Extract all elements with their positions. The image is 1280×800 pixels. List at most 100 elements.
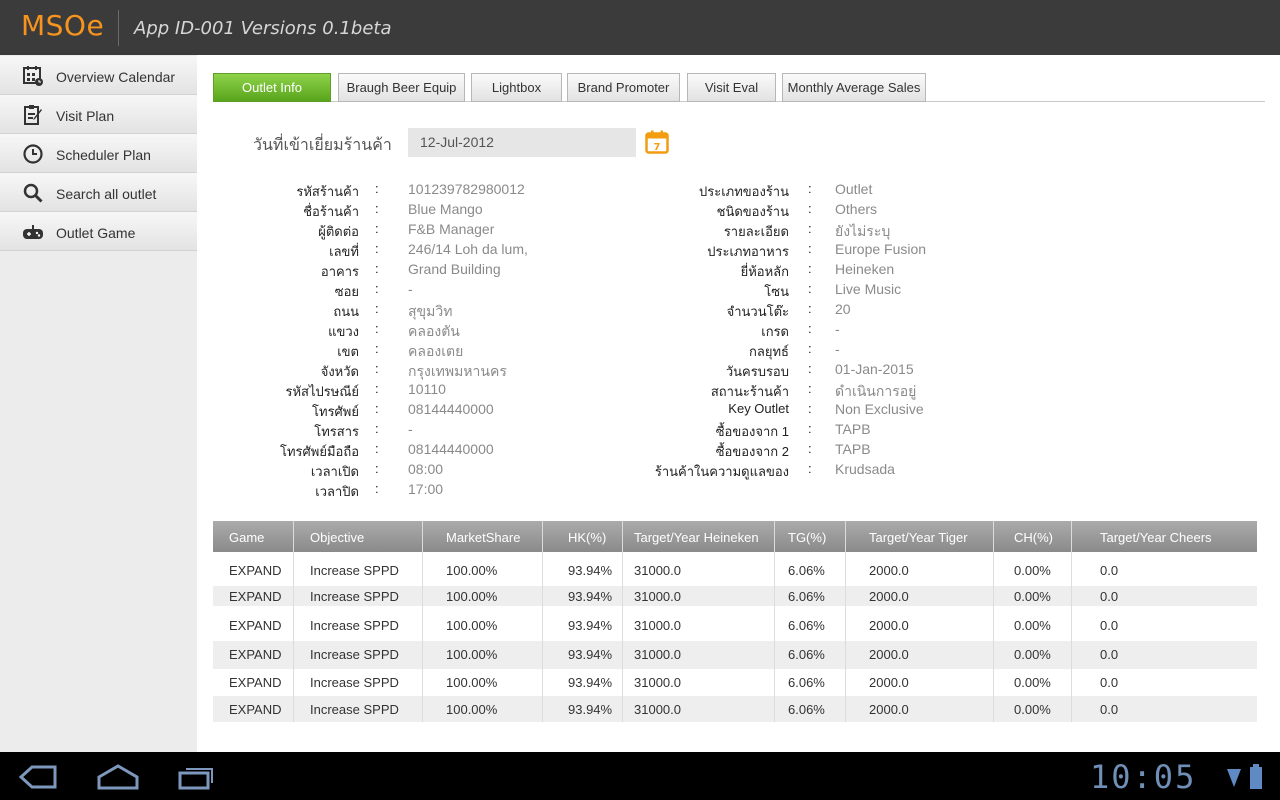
- field-value: 08144440000: [408, 401, 494, 417]
- field-label: สถานะร้านค้า: [710, 384, 789, 399]
- table-cell: 31000.0: [634, 675, 681, 690]
- table-cell: 93.94%: [568, 563, 613, 578]
- table-cell: 0.0: [1100, 675, 1119, 690]
- field-label: ชื่อร้านค้า: [303, 204, 359, 219]
- field-value: Others: [835, 201, 878, 217]
- table-cell: EXPAND: [229, 647, 282, 662]
- column-header[interactable]: TG(%): [788, 530, 826, 545]
- field-colon: :: [375, 261, 379, 276]
- sidebar-item-search-all-outlet[interactable]: Search all outlet: [0, 173, 197, 212]
- field-colon: :: [808, 401, 812, 416]
- field-colon: :: [375, 281, 379, 296]
- field-colon: :: [808, 421, 812, 436]
- table-cell: 31000.0: [634, 702, 681, 717]
- app-header: MSOe App ID-001 Versions 0.1beta: [0, 0, 1280, 55]
- table-cell: 0.00%: [1014, 618, 1051, 633]
- sidebar-item-scheduler-plan[interactable]: Scheduler Plan: [0, 134, 197, 173]
- battery-icon: [1250, 764, 1262, 789]
- field-value: 246/14 Loh da lum,: [408, 241, 528, 257]
- field-label: ร้านค้าในความดูแลของ: [654, 464, 789, 479]
- table-cell: Increase SPPD: [310, 702, 399, 717]
- back-icon[interactable]: [18, 764, 58, 790]
- field-colon: :: [375, 221, 379, 236]
- field-label: ชนิดของร้าน: [716, 204, 789, 219]
- table-cell: 0.0: [1100, 618, 1119, 633]
- tab-braugh-beer-equip[interactable]: Braugh Beer Equip: [338, 73, 465, 102]
- field-value: กรุงเทพมหานคร: [408, 363, 507, 379]
- table-cell: 31000.0: [634, 647, 681, 662]
- column-divider: [542, 521, 543, 722]
- table-cell: 0.00%: [1014, 563, 1051, 578]
- table-cell: 6.06%: [788, 702, 825, 717]
- calendar-icon[interactable]: 7: [645, 130, 669, 154]
- tab-visit-eval[interactable]: Visit Eval: [687, 73, 776, 102]
- field-colon: :: [375, 461, 379, 476]
- column-divider: [845, 521, 846, 722]
- tab-monthly-average-sales[interactable]: Monthly Average Sales: [782, 73, 926, 102]
- field-colon: :: [375, 421, 379, 436]
- field-value: -: [835, 341, 840, 357]
- field-colon: :: [375, 181, 379, 196]
- sidebar-item-label: Overview Calendar: [56, 69, 176, 85]
- table-cell: Increase SPPD: [310, 589, 399, 604]
- table-cell: 2000.0: [869, 702, 909, 717]
- column-header[interactable]: Game: [229, 530, 264, 545]
- field-value: คลองตัน: [408, 323, 460, 339]
- table-cell: 93.94%: [568, 702, 613, 717]
- field-colon: :: [808, 281, 812, 296]
- field-label: เวลาเปิด: [310, 464, 359, 479]
- table-cell: 31000.0: [634, 563, 681, 578]
- table-cell: 31000.0: [634, 589, 681, 604]
- column-header[interactable]: Target/Year Cheers: [1100, 530, 1212, 545]
- field-colon: :: [375, 361, 379, 376]
- column-header[interactable]: MarketShare: [446, 530, 520, 545]
- tab-lightbox[interactable]: Lightbox: [471, 73, 562, 102]
- visit-date-field[interactable]: 12-Jul-2012: [408, 128, 636, 157]
- recent-apps-icon[interactable]: [178, 764, 218, 790]
- table-cell: 0.00%: [1014, 647, 1051, 662]
- field-label: ประเภทของร้าน: [698, 184, 789, 199]
- column-header[interactable]: Target/Year Heineken: [634, 530, 759, 545]
- field-value: -: [835, 321, 840, 337]
- visit-date-label: วันที่เข้าเยี่ยมร้านค้า: [253, 137, 392, 154]
- field-value: Grand Building: [408, 261, 501, 277]
- field-value: Europe Fusion: [835, 241, 927, 257]
- table-cell: 6.06%: [788, 589, 825, 604]
- column-divider: [422, 521, 423, 722]
- table-cell: 0.00%: [1014, 589, 1051, 604]
- column-header[interactable]: CH(%): [1014, 530, 1053, 545]
- home-icon[interactable]: [96, 763, 140, 791]
- field-value: TAPB: [835, 421, 871, 437]
- tab-outlet-info[interactable]: Outlet Info: [213, 73, 331, 102]
- field-label: เขต: [337, 344, 359, 359]
- sidebar-item-visit-plan[interactable]: Visit Plan: [0, 95, 197, 134]
- field-colon: :: [808, 261, 812, 276]
- table-cell: 0.00%: [1014, 675, 1051, 690]
- field-label: ถนน: [333, 304, 359, 319]
- column-header[interactable]: Target/Year Tiger: [869, 530, 968, 545]
- field-value: ดำเนินการอยู่: [835, 383, 917, 399]
- field-colon: :: [808, 361, 812, 376]
- table-cell: 2000.0: [869, 647, 909, 662]
- field-value: 01-Jan-2015: [835, 361, 914, 377]
- field-value: 08144440000: [408, 441, 494, 457]
- field-label: วันครบรอบ: [725, 364, 789, 379]
- column-header[interactable]: Objective: [310, 530, 364, 545]
- column-header[interactable]: HK(%): [568, 530, 606, 545]
- field-value: Heineken: [835, 261, 895, 277]
- field-value: 20: [835, 301, 851, 317]
- field-label: จำนวนโต๊ะ: [726, 304, 789, 319]
- sidebar-item-outlet-game[interactable]: Outlet Game: [0, 212, 197, 251]
- field-value: ยังไม่ระบุ: [835, 223, 891, 239]
- search-icon: [23, 183, 43, 203]
- sidebar-item-overview-calendar[interactable]: Overview Calendar: [0, 56, 197, 95]
- tab-brand-promoter[interactable]: Brand Promoter: [567, 73, 680, 102]
- table-cell: 100.00%: [446, 618, 498, 633]
- field-label: กลยุทธ์: [749, 344, 789, 359]
- table-cell: 2000.0: [869, 618, 909, 633]
- calendar-grid-icon: [23, 66, 43, 86]
- field-label: ผู้ติดต่อ: [318, 224, 359, 239]
- field-label: โซน: [764, 284, 789, 299]
- column-divider: [293, 521, 294, 722]
- table-cell: 93.94%: [568, 675, 613, 690]
